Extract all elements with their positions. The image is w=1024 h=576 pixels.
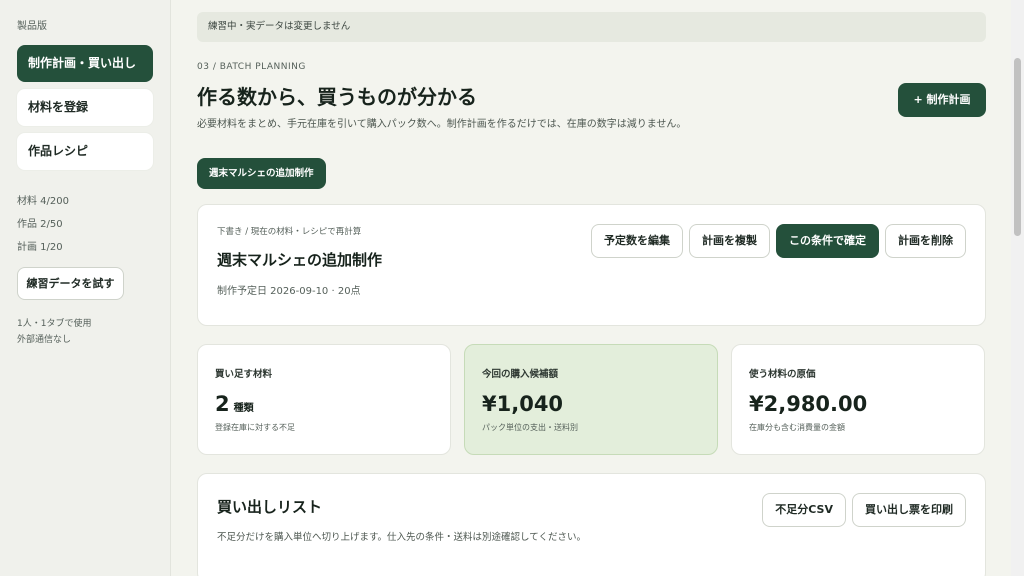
sidebar: 製品版 制作計画・買い出し 材料を登録 作品レシピ 材料 4/200 作品 2/… bbox=[0, 0, 171, 576]
shopping-list-actions: 不足分CSV 買い出し票を印刷 bbox=[762, 493, 966, 527]
delete-plan-button[interactable]: 計画を削除 bbox=[885, 224, 966, 258]
page-title: 作る数から、買うものが分かる bbox=[197, 85, 477, 109]
title-row: 作る数から、買うものが分かる + 制作計画 bbox=[197, 83, 986, 120]
metric-note: パック単位の支出・送料別 bbox=[482, 423, 578, 432]
export-csv-button[interactable]: 不足分CSV bbox=[762, 493, 846, 527]
scrollbar[interactable] bbox=[1011, 0, 1024, 576]
plan-card: 下書き / 現在の材料・レシピで再計算 週末マルシェの追加制作 制作予定日 20… bbox=[197, 204, 986, 326]
usage-note: 1人・1タブで使用 外部通信なし bbox=[17, 316, 153, 348]
stat-materials: 材料 4/200 bbox=[17, 196, 69, 207]
edit-quantity-button[interactable]: 予定数を編集 bbox=[591, 224, 683, 258]
metric-note: 登録在庫に対する不足 bbox=[215, 423, 295, 432]
metric-number: 2 bbox=[215, 392, 230, 416]
new-plan-button[interactable]: + 制作計画 bbox=[898, 83, 986, 117]
usage-note-line: 1人・1タブで使用 bbox=[17, 319, 92, 329]
usage-note-line: 外部通信なし bbox=[17, 335, 72, 345]
usage-stats: 材料 4/200 作品 2/50 計画 1/20 bbox=[17, 192, 153, 253]
metric-label: 買い足す材料 bbox=[215, 369, 273, 380]
shopping-list-card: 買い出しリスト 不足分だけを購入単位へ切り上げます。仕入先の条件・送料は別途確認… bbox=[197, 473, 986, 576]
sidebar-item-recipes[interactable]: 作品レシピ bbox=[17, 133, 153, 170]
metric-unit: 種類 bbox=[233, 403, 254, 414]
metric-note: 在庫分も含む消費量の金額 bbox=[749, 423, 845, 432]
metric-value: ¥1,040 bbox=[482, 392, 564, 416]
stat-plans: 計画 1/20 bbox=[17, 242, 63, 253]
stat-products: 作品 2/50 bbox=[17, 219, 63, 230]
metrics-row: 買い足す材料 2 種類 登録在庫に対する不足 今回の購入候補額 ¥1,040 パッ… bbox=[197, 344, 986, 455]
metric-label: 使う材料の原価 bbox=[749, 369, 816, 380]
plan-actions: 予定数を編集 計画を複製 この条件で確定 計画を削除 bbox=[591, 224, 966, 258]
try-sample-data-button[interactable]: 練習データを試す bbox=[17, 267, 124, 300]
section-eyebrow: 03 / BATCH PLANNING bbox=[197, 62, 306, 72]
metric-card-cost: 使う材料の原価 ¥2,980.00 在庫分も含む消費量の金額 bbox=[731, 344, 985, 455]
sidebar-item-planning[interactable]: 制作計画・買い出し bbox=[17, 45, 153, 82]
plan-tab-chip[interactable]: 週末マルシェの追加制作 bbox=[197, 158, 326, 189]
practice-banner: 練習中・実データは変更しません bbox=[197, 12, 986, 42]
edition-label: 製品版 bbox=[17, 21, 47, 32]
metric-card-purchase: 今回の購入候補額 ¥1,040 パック単位の支出・送料別 bbox=[464, 344, 718, 455]
confirm-plan-button[interactable]: この条件で確定 bbox=[776, 224, 879, 258]
scrollbar-thumb[interactable] bbox=[1014, 58, 1021, 236]
metric-value: ¥2,980.00 bbox=[749, 392, 868, 416]
plan-date: 制作予定日 2026-09-10 · 20点 bbox=[217, 286, 361, 297]
metric-card-materials: 買い足す材料 2 種類 登録在庫に対する不足 bbox=[197, 344, 451, 455]
shopping-list-description: 不足分だけを購入単位へ切り上げます。仕入先の条件・送料は別途確認してください。 bbox=[217, 532, 586, 543]
duplicate-plan-button[interactable]: 計画を複製 bbox=[689, 224, 770, 258]
metric-label: 今回の購入候補額 bbox=[482, 369, 559, 380]
metric-value: 2 種類 bbox=[215, 392, 433, 416]
sidebar-item-materials[interactable]: 材料を登録 bbox=[17, 89, 153, 126]
main-content: 練習中・実データは変更しません 03 / BATCH PLANNING 作る数か… bbox=[197, 12, 986, 576]
print-list-button[interactable]: 買い出し票を印刷 bbox=[852, 493, 966, 527]
